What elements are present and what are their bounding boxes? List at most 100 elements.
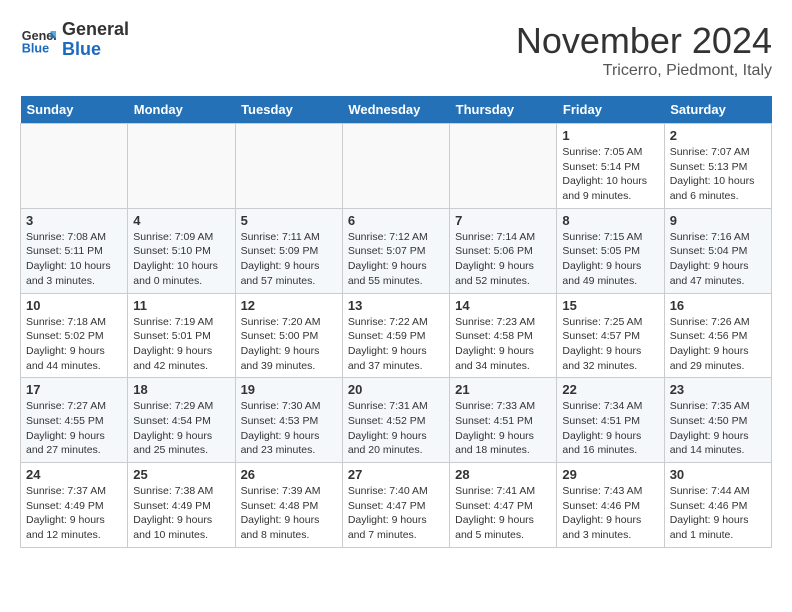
day-number: 7 [455, 213, 551, 228]
day-number: 16 [670, 298, 766, 313]
day-number: 18 [133, 382, 229, 397]
svg-text:Blue: Blue [22, 41, 49, 55]
day-number: 2 [670, 128, 766, 143]
week-row-3: 17 Sunrise: 7:27 AM Sunset: 4:55 PM Dayli… [21, 378, 772, 463]
day-info: Sunrise: 7:39 AM Sunset: 4:48 PM Dayligh… [241, 484, 337, 543]
day-info: Sunrise: 7:11 AM Sunset: 5:09 PM Dayligh… [241, 230, 337, 289]
day-info: Sunrise: 7:35 AM Sunset: 4:50 PM Dayligh… [670, 399, 766, 458]
day-info: Sunrise: 7:27 AM Sunset: 4:55 PM Dayligh… [26, 399, 122, 458]
day-info: Sunrise: 7:34 AM Sunset: 4:51 PM Dayligh… [562, 399, 658, 458]
day-info: Sunrise: 7:38 AM Sunset: 4:49 PM Dayligh… [133, 484, 229, 543]
calendar-cell: 3 Sunrise: 7:08 AM Sunset: 5:11 PM Daylig… [21, 208, 128, 293]
col-header-wednesday: Wednesday [342, 96, 449, 124]
calendar-cell: 5 Sunrise: 7:11 AM Sunset: 5:09 PM Daylig… [235, 208, 342, 293]
day-number: 30 [670, 467, 766, 482]
day-info: Sunrise: 7:30 AM Sunset: 4:53 PM Dayligh… [241, 399, 337, 458]
day-info: Sunrise: 7:08 AM Sunset: 5:11 PM Dayligh… [26, 230, 122, 289]
day-info: Sunrise: 7:20 AM Sunset: 5:00 PM Dayligh… [241, 315, 337, 374]
day-number: 27 [348, 467, 444, 482]
month-title: November 2024 [516, 20, 772, 62]
day-number: 13 [348, 298, 444, 313]
calendar-cell: 15 Sunrise: 7:25 AM Sunset: 4:57 PM Dayli… [557, 293, 664, 378]
day-info: Sunrise: 7:29 AM Sunset: 4:54 PM Dayligh… [133, 399, 229, 458]
calendar-cell: 10Sunrise: 7:18 AM Sunset: 5:02 PM Dayli… [21, 293, 128, 378]
day-number: 12 [241, 298, 337, 313]
day-info: Sunrise: 7:23 AM Sunset: 4:58 PM Dayligh… [455, 315, 551, 374]
day-number: 26 [241, 467, 337, 482]
calendar-cell [450, 124, 557, 209]
location-subtitle: Tricerro, Piedmont, Italy [516, 62, 772, 80]
col-header-monday: Monday [128, 96, 235, 124]
calendar-cell: 6 Sunrise: 7:12 AM Sunset: 5:07 PM Daylig… [342, 208, 449, 293]
calendar-cell: 8 Sunrise: 7:15 AM Sunset: 5:05 PM Daylig… [557, 208, 664, 293]
logo-text: General Blue [62, 20, 129, 60]
calendar-cell: 30 Sunrise: 7:44 AM Sunset: 4:46 PM Dayli… [664, 463, 771, 548]
day-number: 22 [562, 382, 658, 397]
day-number: 10 [26, 298, 122, 313]
day-number: 11 [133, 298, 229, 313]
week-row-1: 3 Sunrise: 7:08 AM Sunset: 5:11 PM Daylig… [21, 208, 772, 293]
day-number: 14 [455, 298, 551, 313]
calendar-cell: 28 Sunrise: 7:41 AM Sunset: 4:47 PM Dayli… [450, 463, 557, 548]
col-header-friday: Friday [557, 96, 664, 124]
calendar-cell: 1Sunrise: 7:05 AM Sunset: 5:14 PM Daylig… [557, 124, 664, 209]
calendar-cell: 2 Sunrise: 7:07 AM Sunset: 5:13 PM Daylig… [664, 124, 771, 209]
day-info: Sunrise: 7:19 AM Sunset: 5:01 PM Dayligh… [133, 315, 229, 374]
day-number: 21 [455, 382, 551, 397]
week-row-0: 1Sunrise: 7:05 AM Sunset: 5:14 PM Daylig… [21, 124, 772, 209]
day-number: 24 [26, 467, 122, 482]
day-number: 28 [455, 467, 551, 482]
day-number: 6 [348, 213, 444, 228]
calendar-table: SundayMondayTuesdayWednesdayThursdayFrid… [20, 96, 772, 548]
day-info: Sunrise: 7:40 AM Sunset: 4:47 PM Dayligh… [348, 484, 444, 543]
week-row-4: 24 Sunrise: 7:37 AM Sunset: 4:49 PM Dayli… [21, 463, 772, 548]
col-header-saturday: Saturday [664, 96, 771, 124]
calendar-cell: 16Sunrise: 7:26 AM Sunset: 4:56 PM Dayli… [664, 293, 771, 378]
day-info: Sunrise: 7:14 AM Sunset: 5:06 PM Dayligh… [455, 230, 551, 289]
col-header-tuesday: Tuesday [235, 96, 342, 124]
day-info: Sunrise: 7:43 AM Sunset: 4:46 PM Dayligh… [562, 484, 658, 543]
day-number: 9 [670, 213, 766, 228]
day-info: Sunrise: 7:22 AM Sunset: 4:59 PM Dayligh… [348, 315, 444, 374]
day-number: 8 [562, 213, 658, 228]
calendar-cell [21, 124, 128, 209]
day-number: 1 [562, 128, 658, 143]
calendar-cell: 29Sunrise: 7:43 AM Sunset: 4:46 PM Dayli… [557, 463, 664, 548]
day-info: Sunrise: 7:25 AM Sunset: 4:57 PM Dayligh… [562, 315, 658, 374]
calendar-cell [235, 124, 342, 209]
calendar-cell: 27 Sunrise: 7:40 AM Sunset: 4:47 PM Dayli… [342, 463, 449, 548]
day-info: Sunrise: 7:15 AM Sunset: 5:05 PM Dayligh… [562, 230, 658, 289]
calendar-cell: 24 Sunrise: 7:37 AM Sunset: 4:49 PM Dayli… [21, 463, 128, 548]
col-header-thursday: Thursday [450, 96, 557, 124]
day-number: 19 [241, 382, 337, 397]
day-info: Sunrise: 7:41 AM Sunset: 4:47 PM Dayligh… [455, 484, 551, 543]
day-number: 3 [26, 213, 122, 228]
week-row-2: 10Sunrise: 7:18 AM Sunset: 5:02 PM Dayli… [21, 293, 772, 378]
col-header-sunday: Sunday [21, 96, 128, 124]
calendar-cell [342, 124, 449, 209]
calendar-cell: 21Sunrise: 7:33 AM Sunset: 4:51 PM Dayli… [450, 378, 557, 463]
calendar-cell: 22 Sunrise: 7:34 AM Sunset: 4:51 PM Dayli… [557, 378, 664, 463]
day-number: 23 [670, 382, 766, 397]
day-number: 5 [241, 213, 337, 228]
calendar-cell: 7 Sunrise: 7:14 AM Sunset: 5:06 PM Daylig… [450, 208, 557, 293]
calendar-cell: 17 Sunrise: 7:27 AM Sunset: 4:55 PM Dayli… [21, 378, 128, 463]
day-info: Sunrise: 7:31 AM Sunset: 4:52 PM Dayligh… [348, 399, 444, 458]
day-number: 4 [133, 213, 229, 228]
calendar-cell [128, 124, 235, 209]
calendar-cell: 13 Sunrise: 7:22 AM Sunset: 4:59 PM Dayli… [342, 293, 449, 378]
day-number: 25 [133, 467, 229, 482]
calendar-cell: 14 Sunrise: 7:23 AM Sunset: 4:58 PM Dayli… [450, 293, 557, 378]
calendar-header-row: SundayMondayTuesdayWednesdayThursdayFrid… [21, 96, 772, 124]
day-number: 17 [26, 382, 122, 397]
calendar-cell: 23 Sunrise: 7:35 AM Sunset: 4:50 PM Dayli… [664, 378, 771, 463]
calendar-cell: 4Sunrise: 7:09 AM Sunset: 5:10 PM Daylig… [128, 208, 235, 293]
day-info: Sunrise: 7:07 AM Sunset: 5:13 PM Dayligh… [670, 145, 766, 204]
calendar-cell: 26 Sunrise: 7:39 AM Sunset: 4:48 PM Dayli… [235, 463, 342, 548]
day-info: Sunrise: 7:37 AM Sunset: 4:49 PM Dayligh… [26, 484, 122, 543]
day-info: Sunrise: 7:44 AM Sunset: 4:46 PM Dayligh… [670, 484, 766, 543]
day-info: Sunrise: 7:12 AM Sunset: 5:07 PM Dayligh… [348, 230, 444, 289]
calendar-cell: 19 Sunrise: 7:30 AM Sunset: 4:53 PM Dayli… [235, 378, 342, 463]
day-number: 20 [348, 382, 444, 397]
day-number: 15 [562, 298, 658, 313]
